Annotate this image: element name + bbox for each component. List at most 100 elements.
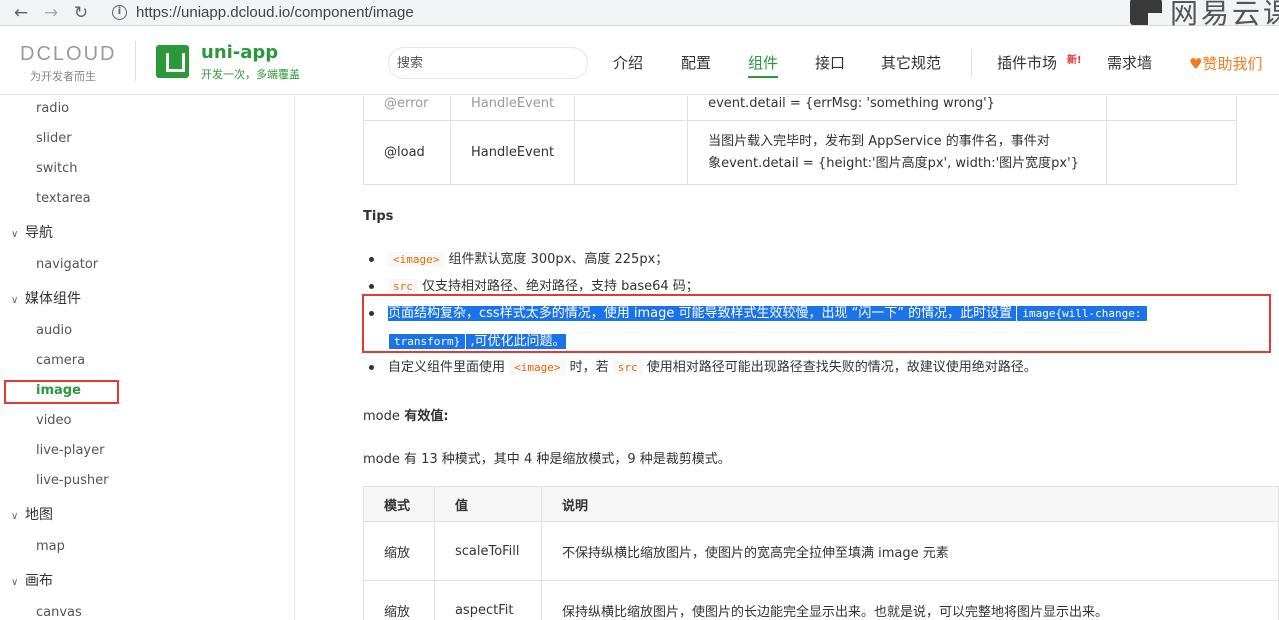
chevron-down-icon: ∨ bbox=[11, 295, 19, 306]
chevron-down-icon: ∨ bbox=[11, 577, 19, 588]
sidebar-group-media[interactable]: ∨ 媒体组件 bbox=[11, 290, 81, 310]
event-desc-cell: 当图片载入完毕时，发布到 AppService 的事件名，事件对 象event.… bbox=[687, 120, 1108, 185]
address-bar[interactable]: https://uniapp.dcloud.io/component/image bbox=[136, 1, 414, 25]
tips-heading: Tips bbox=[363, 209, 394, 224]
column-header: 模式 bbox=[363, 486, 435, 522]
watermark: 网易云课 bbox=[1130, 0, 1279, 30]
sidebar-group-label: 地图 bbox=[25, 507, 53, 523]
value-cell: scaleToFill bbox=[433, 521, 542, 581]
mode-description: mode 有 13 种模式，其中 4 种是缩放模式，9 种是裁剪模式。 bbox=[363, 452, 731, 467]
inline-code: src bbox=[612, 360, 643, 375]
dcloud-logo[interactable]: DCLOUD 为开发者而生 bbox=[20, 44, 120, 84]
event-desc-cell: event.detail = {errMsg: 'something wrong… bbox=[687, 96, 1108, 121]
browser-toolbar: ← → ↻ i https://uniapp.dcloud.io/compone… bbox=[0, 0, 1279, 30]
uniapp-title[interactable]: uni-app bbox=[201, 43, 278, 63]
event-platform-cell bbox=[1106, 120, 1238, 185]
sidebar-item-slider[interactable]: slider bbox=[36, 131, 72, 147]
new-badge: 新! bbox=[1067, 55, 1082, 66]
sidebar-item-map[interactable]: map bbox=[36, 539, 65, 555]
inline-code: <image> bbox=[509, 360, 566, 375]
mode-heading-suffix: 有效值: bbox=[399, 409, 449, 424]
search-input[interactable] bbox=[388, 47, 588, 79]
sponsor-label: 赞助我们 bbox=[1202, 55, 1263, 73]
nav-components[interactable]: 组件 bbox=[748, 54, 779, 78]
sidebar-item-radio[interactable]: radio bbox=[36, 101, 69, 117]
event-type-cell: HandleEvent bbox=[449, 96, 576, 121]
dcloud-name: DCLOUD bbox=[20, 43, 117, 65]
table-row: @error HandleEvent event.detail = {errMs… bbox=[363, 96, 1238, 121]
tip-text: 使用相对路径可能出现路径查找失败的情况，故建议使用绝对路径。 bbox=[642, 360, 1037, 375]
event-default-cell bbox=[574, 96, 689, 121]
header-divider bbox=[135, 41, 136, 81]
event-name-cell: @error bbox=[363, 96, 451, 121]
mode-table: 模式 值 说明 缩放 scaleToFill 不保持纵横比缩放图片，使图片的宽高… bbox=[363, 486, 1279, 620]
sidebar-item-video[interactable]: video bbox=[36, 413, 72, 429]
sidebar-item-textarea[interactable]: textarea bbox=[36, 191, 91, 207]
desc-cell: 不保持纵横比缩放图片，使图片的宽高完全拉伸至填满 image 元素 bbox=[540, 521, 1279, 581]
tip-text: 时，若 bbox=[565, 360, 613, 375]
sidebar-group-label: 导航 bbox=[25, 225, 53, 241]
event-name-cell: @load bbox=[363, 120, 451, 185]
chevron-down-icon: ∨ bbox=[11, 229, 19, 240]
nav-config[interactable]: 配置 bbox=[681, 54, 711, 72]
site-header: DCLOUD 为开发者而生 uni-app 开发一次，多端覆盖 介绍 配置 组件… bbox=[0, 27, 1279, 95]
column-header: 说明 bbox=[540, 486, 1279, 522]
sidebar-item-audio[interactable]: audio bbox=[36, 323, 72, 339]
tip-item-default-size: <image> 组件默认宽度 300px、高度 225px； bbox=[388, 251, 668, 269]
sidebar-item-live-player[interactable]: live-player bbox=[36, 443, 104, 459]
table-header-row: 模式 值 说明 bbox=[363, 486, 1279, 522]
column-header: 值 bbox=[433, 486, 542, 522]
event-type-cell: HandleEvent bbox=[449, 120, 576, 185]
event-desc-line: 当图片载入完毕时，发布到 AppService 的事件名，事件对 bbox=[708, 133, 1050, 149]
value-cell: aspectFit bbox=[433, 580, 542, 620]
event-platform-cell bbox=[1106, 96, 1238, 121]
sidebar: radio slider switch textarea ∨ 导航 navigat… bbox=[0, 96, 295, 620]
sidebar-item-switch[interactable]: switch bbox=[36, 161, 78, 177]
heart-icon: ♥ bbox=[1189, 55, 1203, 73]
tip-text: 仅支持相对路径、绝对路径，支持 base64 码； bbox=[417, 279, 699, 294]
table-row: 缩放 aspectFit 保持纵横比缩放图片，使图片的长边能完全显示出来。也就是… bbox=[363, 580, 1279, 620]
list-bullet bbox=[369, 257, 374, 262]
nav-requirements[interactable]: 需求墙 bbox=[1107, 54, 1152, 72]
nav-divider bbox=[971, 49, 972, 77]
annotation-highlight-box bbox=[362, 294, 1271, 353]
tip-item-custom-component: 自定义组件里面使用 <image> 时，若 src 使用相对路径可能出现路径查找… bbox=[388, 359, 1037, 377]
table-row: 缩放 scaleToFill 不保持纵横比缩放图片，使图片的宽高完全拉伸至填满 … bbox=[363, 521, 1279, 581]
nav-plugin-market[interactable]: 插件市场 bbox=[997, 54, 1057, 72]
events-table: @error HandleEvent event.detail = {errMs… bbox=[363, 96, 1238, 185]
sidebar-group-label: 画布 bbox=[25, 573, 53, 589]
nav-other-specs[interactable]: 其它规范 bbox=[881, 54, 941, 72]
site-info-icon[interactable]: i bbox=[112, 5, 127, 20]
nav-api[interactable]: 接口 bbox=[815, 54, 845, 72]
sidebar-item-canvas[interactable]: canvas bbox=[36, 605, 82, 620]
sidebar-group-canvas[interactable]: ∨ 画布 bbox=[11, 572, 53, 592]
mode-heading: mode 有效值: bbox=[363, 405, 449, 424]
reload-icon[interactable]: ↻ bbox=[70, 2, 92, 24]
active-item-highlight-box bbox=[4, 380, 119, 404]
forward-arrow-icon[interactable]: → bbox=[40, 2, 62, 24]
sidebar-group-navigation[interactable]: ∨ 导航 bbox=[11, 224, 53, 244]
event-desc-line: 象event.detail = {height:'图片高度px', width:… bbox=[708, 155, 1079, 171]
desc-cell: 保持纵横比缩放图片，使图片的长边能完全显示出来。也就是说，可以完整地将图片显示出… bbox=[540, 580, 1279, 620]
inline-code: src bbox=[388, 279, 418, 294]
sidebar-group-map[interactable]: ∨ 地图 bbox=[11, 506, 53, 526]
watermark-logo-icon bbox=[1130, 0, 1162, 25]
sidebar-item-navigator[interactable]: navigator bbox=[36, 257, 98, 273]
mode-cell: 缩放 bbox=[363, 521, 435, 581]
uniapp-subtitle: 开发一次，多端覆盖 bbox=[201, 68, 300, 81]
event-default-cell bbox=[574, 120, 689, 185]
list-bullet bbox=[369, 284, 374, 289]
mode-cell: 缩放 bbox=[363, 580, 435, 620]
tip-text: 组件默认宽度 300px、高度 225px； bbox=[444, 252, 669, 267]
sidebar-group-label: 媒体组件 bbox=[25, 291, 81, 307]
sidebar-item-live-pusher[interactable]: live-pusher bbox=[36, 473, 108, 489]
nav-intro[interactable]: 介绍 bbox=[613, 54, 643, 72]
uniapp-logo-icon[interactable] bbox=[156, 45, 189, 78]
inline-code: <image> bbox=[388, 252, 445, 267]
sidebar-item-camera[interactable]: camera bbox=[36, 353, 85, 369]
chevron-down-icon: ∨ bbox=[11, 511, 19, 522]
sponsor-link[interactable]: ♥赞助我们 bbox=[1189, 53, 1262, 74]
mode-heading-name: mode bbox=[363, 409, 400, 424]
back-arrow-icon[interactable]: ← bbox=[10, 2, 32, 24]
tip-text: 自定义组件里面使用 bbox=[388, 360, 510, 375]
